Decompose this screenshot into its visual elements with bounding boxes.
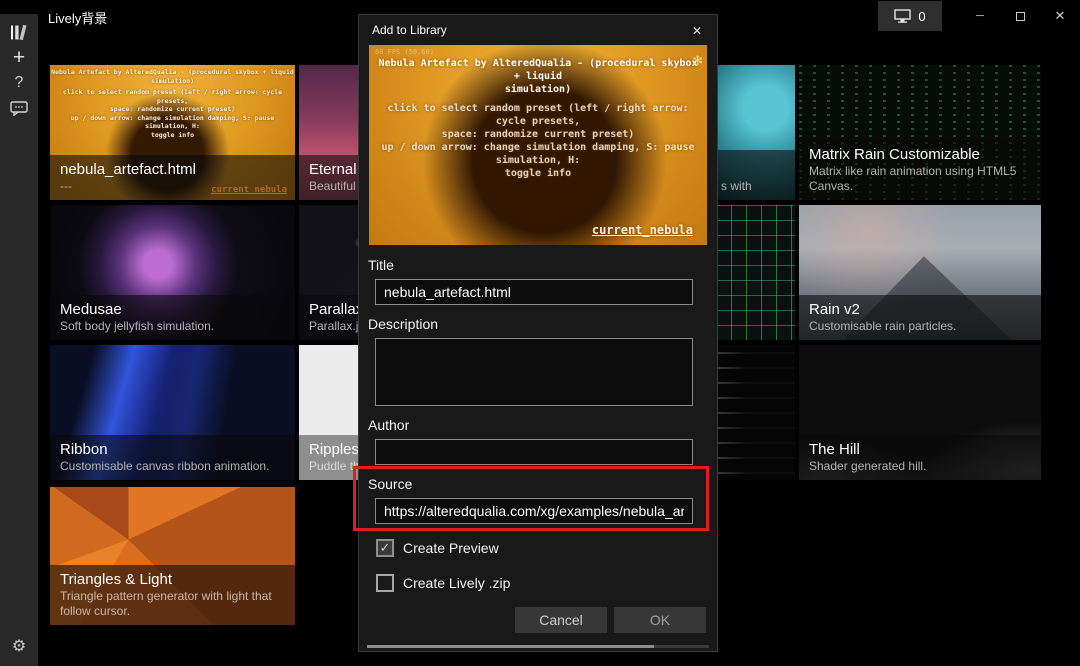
tile-subtitle: Triangle pattern generator with light th… [60,589,285,619]
tile-subtitle: Matrix like rain animation using HTML5 C… [809,164,1031,194]
monitor-count: 0 [918,9,925,24]
tile-title: Triangles & Light [60,570,285,589]
source-label: Source [368,476,717,493]
close-button[interactable]: ✕ [1040,0,1080,32]
tile-caption: nebula_artefact.html --- current_nebula [50,155,295,200]
description-label: Description [368,316,717,333]
tile-caption: Medusae Soft body jellyfish simulation. [50,295,295,340]
sidebar-item-settings[interactable]: ⚙ [0,636,38,656]
tile-caption: Ribbon Customisable canvas ribbon animat… [50,435,295,480]
tile-subtitle: Customisable canvas ribbon animation. [60,459,285,474]
monitor-icon [894,9,911,23]
wallpaper-preview: 60 FPS (59.60) ✻ Nebula Artefact by Alte… [369,45,707,245]
tile-caption: Matrix Rain Customizable Matrix like rai… [799,140,1041,200]
source-input[interactable] [375,498,693,524]
create-preview-label: Create Preview [403,540,499,556]
create-zip-label: Create Lively .zip [403,575,510,591]
maximize-button[interactable] [1000,0,1040,32]
tile-title: Rain v2 [809,300,1031,319]
preview-overlay-text: Nebula Artefact by AlteredQualia - (proc… [373,57,703,180]
wallpaper-tile-matrix[interactable]: Matrix Rain Customizable Matrix like rai… [799,65,1041,200]
minimize-button[interactable]: ─ [960,0,1000,32]
app-title: Lively背景 [48,8,107,27]
gear-icon: ⚙ [12,636,26,656]
tile-subtitle-fragment: s with [721,179,752,193]
chat-bubble-icon [10,100,28,116]
scrollbar-thumb[interactable] [367,645,654,648]
nebula-overlay-text: Nebula Artefact by AlteredQualia - (proc… [50,68,295,139]
monitor-select-button[interactable]: 0 [878,1,942,31]
close-icon: ✕ [692,24,702,38]
add-to-library-dialog: Add to Library ✕ 60 FPS (59.60) ✻ Nebula… [358,14,718,652]
wallpaper-tile-medusae[interactable]: Medusae Soft body jellyfish simulation. [50,205,295,340]
wallpaper-tile-hill[interactable]: The Hill Shader generated hill. [799,345,1041,480]
dialog-title: Add to Library [372,23,447,37]
tile-title: The Hill [809,440,1031,459]
tile-caption: The Hill Shader generated hill. [799,435,1041,480]
tile-caption: Triangles & Light Triangle pattern gener… [50,565,295,625]
window-controls: 0 ─ ✕ [878,0,1080,32]
tile-subtitle: Shader generated hill. [809,459,1031,474]
dialog-close-button[interactable]: ✕ [687,21,707,41]
tile-title: nebula_artefact.html [60,160,285,179]
author-label: Author [368,417,717,434]
horizontal-scrollbar [367,645,709,648]
sidebar-item-feedback[interactable] [5,95,33,120]
sidebar-item-help[interactable]: ? [5,70,33,95]
dialog-header: Add to Library ✕ [359,15,717,45]
tile-title: Medusae [60,300,285,319]
tile-title: Ribbon [60,440,285,459]
wallpaper-tile-rain[interactable]: Rain v2 Customisable rain particles. [799,205,1041,340]
tile-subtitle: Soft body jellyfish simulation. [60,319,285,334]
maximize-icon [1016,12,1025,21]
description-input[interactable] [375,338,693,406]
close-icon: ✕ [1055,8,1066,24]
tile-title: Matrix Rain Customizable [809,145,1031,164]
create-zip-checkbox-row[interactable]: Create Lively .zip [376,574,717,592]
author-input[interactable] [375,439,693,465]
question-mark-icon: ? [15,74,24,92]
title-input[interactable] [375,279,693,305]
create-zip-checkbox[interactable] [376,574,394,592]
lively-wallpaper-app: { "app_title": "Lively背景", "titlebar": {… [0,0,1080,666]
wallpaper-tile-triangles[interactable]: Triangles & Light Triangle pattern gener… [50,487,295,625]
dialog-buttons: Cancel OK [359,607,717,633]
tile-badge: current_nebula [211,185,287,195]
tile-caption: Rain v2 Customisable rain particles. [799,295,1041,340]
checkmark-icon: ✓ [380,540,391,556]
sidebar: + ? ⚙ [0,14,38,666]
title-label: Title [368,257,717,274]
wallpaper-tile-ribbon[interactable]: Ribbon Customisable canvas ribbon animat… [50,345,295,480]
create-preview-checkbox[interactable]: ✓ [376,539,394,557]
fps-counter: 60 FPS (59.60) [375,48,434,56]
preview-badge: current_nebula [592,223,693,237]
ok-button[interactable]: OK [614,607,706,633]
wallpaper-tile-nebula[interactable]: Nebula Artefact by AlteredQualia - (proc… [50,65,295,200]
cancel-button[interactable]: Cancel [515,607,607,633]
create-preview-checkbox-row[interactable]: ✓ Create Preview [376,539,717,557]
minimize-icon: ─ [976,10,984,22]
tile-subtitle: Customisable rain particles. [809,319,1031,334]
plus-icon: + [13,46,25,70]
sidebar-item-add-wallpaper[interactable]: + [5,45,33,70]
